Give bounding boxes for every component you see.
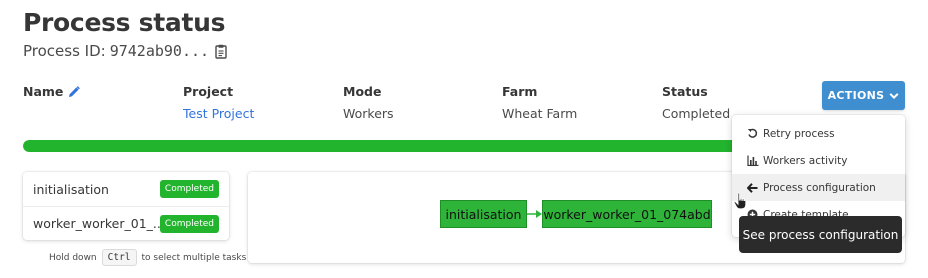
tooltip: See process configuration xyxy=(739,216,902,253)
farm-label: Farm xyxy=(502,84,538,99)
status-badge: Completed xyxy=(159,180,219,198)
field-mode: Mode Workers xyxy=(343,84,394,121)
hint-before: Hold down xyxy=(49,252,97,263)
field-farm: Farm Wheat Farm xyxy=(502,84,577,121)
project-label: Project xyxy=(183,84,234,99)
task-name: worker_worker_01_... xyxy=(33,216,160,231)
name-label-row: Name xyxy=(23,84,81,99)
multi-select-hint: Hold down Ctrl to select multiple tasks xyxy=(49,249,246,266)
process-id-row: Process ID: 9742ab90... xyxy=(23,42,227,60)
clipboard-icon[interactable] xyxy=(215,44,227,59)
status-badge: Completed xyxy=(159,214,219,233)
process-id-value: 9742ab90... xyxy=(109,42,210,60)
graph-node-initialisation[interactable]: initialisation xyxy=(440,200,527,228)
task-row-worker[interactable]: worker_worker_01_... Completed xyxy=(23,206,229,240)
arrow-left-icon xyxy=(746,182,759,193)
bar-chart-icon xyxy=(746,155,759,166)
hand-pointer-icon xyxy=(733,192,747,210)
page-title: Process status xyxy=(23,8,226,37)
hint-after: to select multiple tasks xyxy=(141,252,247,263)
project-link[interactable]: Test Project xyxy=(183,106,254,121)
mode-label: Mode xyxy=(343,84,382,99)
menu-item-retry-process[interactable]: Retry process xyxy=(732,120,905,147)
menu-item-process-configuration[interactable]: Process configuration xyxy=(732,174,905,201)
menu-item-label: Process configuration xyxy=(763,181,876,194)
mode-value: Workers xyxy=(343,106,394,121)
graph-edge xyxy=(527,210,542,218)
field-status: Status Completed xyxy=(662,84,730,121)
actions-button[interactable]: ACTIONS xyxy=(822,81,905,110)
task-row-initialisation[interactable]: initialisation Completed xyxy=(23,172,229,206)
retry-icon xyxy=(746,128,759,139)
process-id-label: Process ID: xyxy=(23,42,106,60)
graph-node-worker[interactable]: worker_worker_01_074abd xyxy=(542,200,712,228)
menu-item-workers-activity[interactable]: Workers activity xyxy=(732,147,905,174)
ctrl-key: Ctrl xyxy=(101,249,137,266)
actions-button-label: ACTIONS xyxy=(827,89,885,102)
farm-value: Wheat Farm xyxy=(502,106,578,121)
menu-item-label: Workers activity xyxy=(763,154,848,167)
field-project: Project Test Project xyxy=(183,84,254,121)
chevron-down-icon xyxy=(889,92,899,100)
status-label: Status xyxy=(662,84,708,99)
task-name: initialisation xyxy=(33,181,109,197)
menu-item-label: Retry process xyxy=(763,127,835,140)
pencil-icon[interactable] xyxy=(68,85,81,98)
name-label: Name xyxy=(23,84,64,99)
field-name: Name xyxy=(23,84,81,99)
task-list: initialisation Completed worker_worker_0… xyxy=(23,172,229,240)
status-value: Completed xyxy=(662,106,731,121)
